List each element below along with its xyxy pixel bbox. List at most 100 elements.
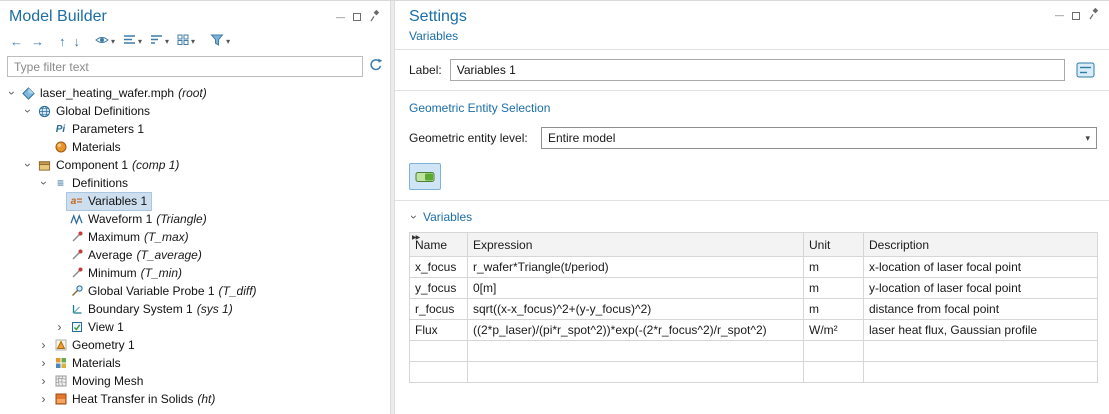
node-label-menu-button[interactable]: ▾ [119,31,146,51]
globe-icon [36,104,53,119]
filter-menu-button[interactable]: ▾ [206,31,234,51]
expand-icon[interactable]: › [36,393,51,405]
entity-level-dropdown[interactable]: Entire model ▾ [541,127,1097,149]
entity-level-label: Geometric entity level: [409,131,541,145]
tree-item-global-variable-probe1[interactable]: Global Variable Probe 1 (T_diff) [0,282,390,300]
panel-float-button[interactable] [1072,12,1080,20]
tree-item-boundary-system1[interactable]: Boundary System 1 (sys 1) [0,300,390,318]
section-collapse-icon[interactable]: › [407,211,421,223]
cell-name[interactable]: y_focus [410,278,468,299]
model-builder-title: Model Builder [9,8,107,26]
tree-item-waveform1[interactable]: Waveform 1 (Triangle) [0,210,390,228]
tree-item-materials-global[interactable]: Materials [0,138,390,156]
cell-expression[interactable] [468,362,804,383]
collapse-icon[interactable]: › [4,87,19,99]
funnel-icon [210,34,224,49]
tree-item-component1[interactable]: › Component 1 (comp 1) [0,156,390,174]
cell-expression[interactable] [468,341,804,362]
panel-pin-icon[interactable] [1088,8,1099,23]
model-builder-toolbar: ← → ↑ ↓ ▾ ▾ ▾ ▾ [0,27,390,53]
show-menu-button[interactable]: ▾ [91,31,119,51]
tree-item-moving-mesh[interactable]: › Moving Mesh [0,372,390,390]
geometry-icon [52,338,69,353]
cell-description[interactable] [864,362,1098,383]
panel-collapse-button[interactable]: — [336,13,345,22]
expand-icon[interactable]: › [36,339,51,351]
cell-description[interactable]: laser heat flux, Gaussian profile [864,320,1098,341]
cell-description[interactable]: y-location of laser focal point [864,278,1098,299]
cell-name[interactable]: x_focus [410,257,468,278]
tree-item-variables1[interactable]: a= Variables 1 [0,192,390,210]
table-row-empty [410,341,1098,362]
table-row: y_focus 0[m] m y-location of laser focal… [410,278,1098,299]
label-input[interactable] [450,59,1065,81]
columns-menu-button[interactable]: ▾ [173,31,199,51]
table-row-empty [410,362,1098,383]
table-row: x_focus r_wafer*Triangle(t/period) m x-l… [410,257,1098,278]
average-coupling-icon [68,248,85,263]
tree-filter-input[interactable] [7,56,363,77]
tree-item-heat-transfer[interactable]: › Heat Transfer in Solids (ht) [0,390,390,408]
settings-subtitle[interactable]: Variables [395,26,1109,49]
expand-icon[interactable]: › [36,375,51,387]
table-row: r_focus sqrt((x-x_focus)^2+(y-y_focus)^2… [410,299,1098,320]
cell-expression[interactable]: 0[m] [468,278,804,299]
cell-name[interactable] [410,362,468,383]
variables-table: ▶▶ Name Expression Unit Description x_fo… [409,232,1098,383]
cell-description[interactable] [864,341,1098,362]
tree-item-view1[interactable]: › View 1 [0,318,390,336]
settings-title: Settings [409,8,467,26]
tree-item-definitions[interactable]: › ≡ Definitions [0,174,390,192]
probe-icon [68,284,85,299]
model-file-icon [20,86,37,101]
cell-expression[interactable]: ((2*p_laser)/(pi*r_spot^2))*exp(-(2*r_fo… [468,320,804,341]
tree-item-maximum[interactable]: Maximum (T_max) [0,228,390,246]
cell-name[interactable] [410,341,468,362]
cell-unit[interactable]: m [804,278,864,299]
definitions-icon: ≡ [52,176,69,191]
cell-description[interactable]: x-location of laser focal point [864,257,1098,278]
tree-item-global-definitions[interactable]: › Global Definitions [0,102,390,120]
panel-pin-icon[interactable] [369,10,380,25]
sort-lines-icon [150,34,163,48]
cell-name[interactable]: Flux [410,320,468,341]
component-icon [36,158,53,173]
cell-unit[interactable] [804,362,864,383]
cell-unit[interactable]: m [804,299,864,320]
tree-item-materials-comp[interactable]: › Materials [0,354,390,372]
tree-item-minimum[interactable]: Minimum (T_min) [0,264,390,282]
variables-section-header[interactable]: › Variables [395,201,1109,232]
expand-icon[interactable]: › [36,357,51,369]
tree-item-root[interactable]: › laser_heating_wafer.mph (root) [0,84,390,102]
cell-name[interactable]: r_focus [410,299,468,320]
current-row-indicator-icon: ▶▶ [412,234,419,241]
cell-expression[interactable]: sqrt((x-x_focus)^2+(y-y_focus)^2) [468,299,804,320]
eye-icon [95,34,109,48]
tree-item-geometry1[interactable]: › Geometry 1 [0,336,390,354]
cell-unit[interactable] [804,341,864,362]
active-selection-toggle-button[interactable] [409,163,441,190]
form-options-button[interactable] [1073,59,1097,81]
column-header-expression: Expression [468,233,804,257]
collapse-icon[interactable]: › [20,159,35,171]
cell-unit[interactable]: W/m² [804,320,864,341]
tree-item-average[interactable]: Average (T_average) [0,246,390,264]
table-row: Flux ((2*p_laser)/(pi*r_spot^2))*exp(-(2… [410,320,1098,341]
expand-icon[interactable]: › [52,321,67,333]
cell-unit[interactable]: m [804,257,864,278]
variables-icon: a= [68,194,85,209]
move-down-button[interactable]: ↓ [70,31,85,51]
collapse-icon[interactable]: › [20,105,35,117]
collapse-icon[interactable]: › [36,177,51,189]
tree-item-parameters[interactable]: Pi Parameters 1 [0,120,390,138]
refresh-icon[interactable] [369,58,383,75]
panel-float-button[interactable] [353,13,361,21]
cell-description[interactable]: distance from focal point [864,299,1098,320]
move-up-button[interactable]: ↑ [55,31,70,51]
panel-collapse-button[interactable]: — [1055,11,1064,20]
sort-menu-button[interactable]: ▾ [146,31,173,51]
cell-expression[interactable]: r_wafer*Triangle(t/period) [468,257,804,278]
back-button[interactable]: ← [6,31,27,51]
settings-panel: Settings — Variables Label: Geometric En… [395,1,1109,414]
forward-button[interactable]: → [27,31,48,51]
